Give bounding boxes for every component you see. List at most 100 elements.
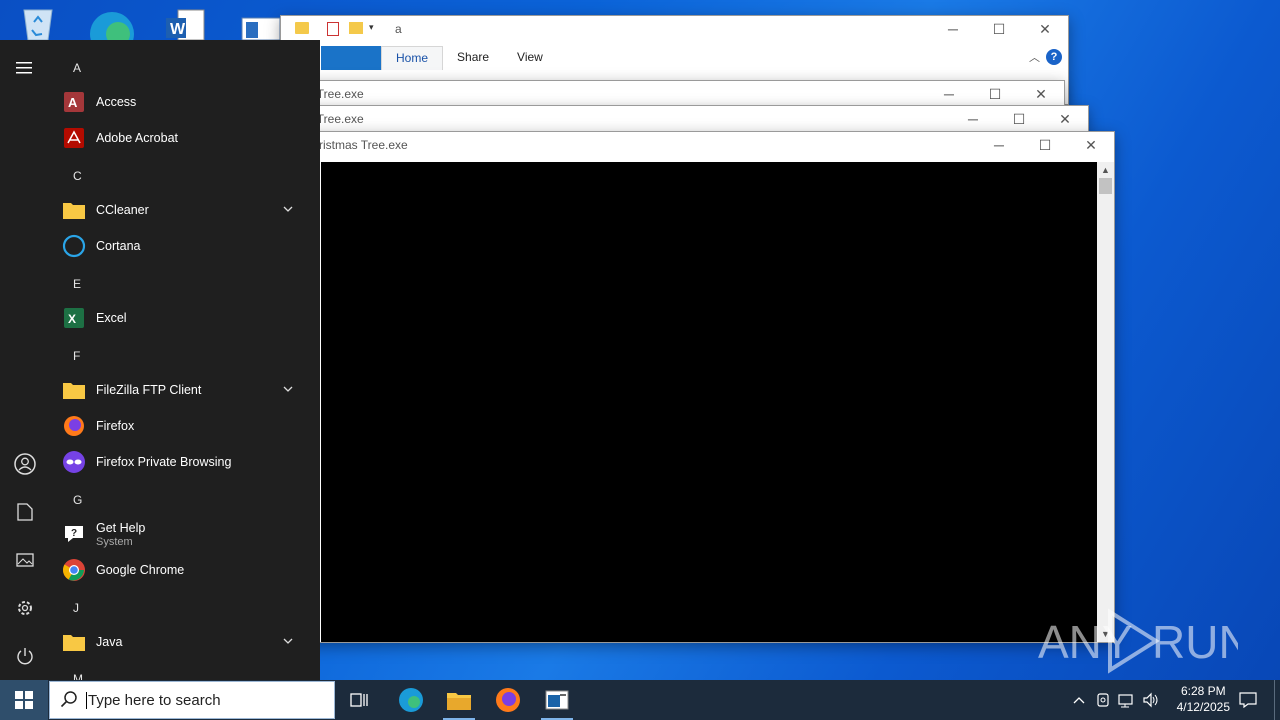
firefox-icon [62,414,86,438]
taskbar: Type here to search 6:28 PM 4/12/2025 [0,680,1280,720]
scroll-thumb[interactable] [1099,178,1112,194]
file-desktop-icon[interactable] [240,4,284,41]
excel-icon: X [62,306,86,330]
file-explorer-taskbar-icon[interactable] [435,680,483,720]
section-letter[interactable]: A [73,61,81,75]
app-item-access[interactable]: A Access [62,84,312,120]
acrobat-icon [62,126,86,150]
chrome-icon [62,558,86,582]
windows-logo-icon [15,691,33,709]
close-button[interactable]: ✕ [1022,16,1068,42]
chevron-down-icon[interactable] [282,383,294,398]
power-icon[interactable] [13,644,37,668]
documents-icon[interactable] [13,500,37,524]
watermark-left-text: ANY [1038,616,1133,668]
network-icon[interactable] [1116,680,1138,720]
cortana-icon [62,234,86,258]
section-letter[interactable]: J [73,601,79,615]
volume-icon[interactable] [1140,680,1162,720]
search-icon [60,690,78,711]
quick-access-dropdown-icon[interactable]: ▾ [369,22,374,33]
task-view-icon[interactable] [336,680,384,720]
user-account-icon[interactable] [13,452,37,476]
minimize-button[interactable]: ─ [930,16,976,42]
app-item-excel[interactable]: X Excel [62,300,312,336]
properties-icon[interactable] [327,22,339,36]
console-taskbar-icon[interactable] [533,680,581,720]
notification-icon[interactable] [1234,680,1262,720]
app-item-firefox-private[interactable]: Firefox Private Browsing [62,444,312,480]
section-letter[interactable]: C [73,169,82,183]
app-item-google-chrome[interactable]: Google Chrome [62,552,312,588]
tab-home[interactable]: Home [381,46,444,70]
word-document-icon[interactable]: W [164,4,208,41]
window-title: a [395,22,402,36]
help-icon[interactable]: ? [1046,49,1062,65]
tab-view[interactable]: View [503,46,557,70]
tab-share[interactable]: Share [443,46,503,70]
window-title: ristmas Tree.exe [319,138,408,152]
minimize-button[interactable]: ─ [926,81,972,107]
taskbar-search-box[interactable]: Type here to search [49,681,335,719]
firefox-taskbar-icon[interactable] [484,680,532,720]
device-icon[interactable] [1092,680,1114,720]
start-rail [0,40,50,680]
file-tab[interactable] [321,46,381,70]
maximize-button[interactable]: ☐ [976,16,1022,42]
clock-date: 4/12/2025 [1176,700,1230,714]
hamburger-menu-icon[interactable] [13,56,37,80]
ribbon-collapse-icon[interactable]: ︿ [1029,49,1040,65]
search-input[interactable]: Type here to search [86,691,221,709]
watermark-right-text: RUN [1152,616,1238,668]
start-button[interactable] [0,680,48,720]
pictures-icon[interactable] [13,548,37,572]
edge-desktop-icon[interactable] [88,4,134,56]
recycle-bin-icon[interactable] [16,4,60,41]
chevron-down-icon[interactable] [282,635,294,650]
svg-text:A: A [68,95,78,110]
app-item-firefox[interactable]: Firefox [62,408,312,444]
clock[interactable]: 6:28 PM 4/12/2025 [1177,683,1230,715]
app-item-java[interactable]: Java [62,624,312,660]
explorer-titlebar[interactable]: ▾ a ─ ☐ ✕ [281,16,1068,42]
new-folder-icon[interactable] [349,22,363,34]
app-item-cortana[interactable]: Cortana [62,228,312,264]
start-menu: A A Access Adobe Acrobat C CCleaner Cort… [0,40,320,680]
section-letter[interactable]: F [73,349,80,363]
clock-time: 6:28 PM [1180,684,1226,698]
section-letter[interactable]: G [73,493,82,507]
get-help-icon: ? [62,522,86,546]
app-item-get-help[interactable]: ? Get Help System [62,516,312,552]
maximize-button[interactable]: ☐ [1022,132,1068,158]
console-window[interactable]: ristmas Tree.exe ─ ☐ ✕ ▲ ▼ [300,131,1115,643]
settings-gear-icon[interactable] [13,596,37,620]
close-button[interactable]: ✕ [1042,106,1088,132]
app-item-adobe-acrobat[interactable]: Adobe Acrobat [62,120,312,156]
console-scrollbar[interactable]: ▲ ▼ [1097,162,1114,642]
close-button[interactable]: ✕ [1068,132,1114,158]
maximize-button[interactable]: ☐ [972,81,1018,107]
scroll-up-icon[interactable]: ▲ [1101,165,1110,175]
maximize-button[interactable]: ☐ [996,106,1042,132]
console-output[interactable] [321,162,1099,642]
svg-text:?: ? [71,528,77,539]
minimize-button[interactable]: ─ [976,132,1022,158]
folder-icon [62,198,86,222]
chevron-down-icon[interactable] [282,203,294,218]
edge-taskbar-icon[interactable] [387,680,435,720]
folder-icon [295,22,309,34]
section-letter[interactable]: M [73,672,83,680]
svg-text:X: X [68,312,76,326]
ribbon-tabs: Home Share View [321,46,557,70]
show-hidden-icons-chevron-icon[interactable] [1068,680,1090,720]
show-desktop-button[interactable] [1274,680,1280,720]
close-button[interactable]: ✕ [1018,81,1064,107]
anyrun-watermark: ANY RUN [1038,606,1252,676]
app-list: A A Access Adobe Acrobat C CCleaner Cort… [56,40,320,680]
app-item-filezilla[interactable]: FileZilla FTP Client [62,372,312,408]
minimize-button[interactable]: ─ [950,106,996,132]
section-letter[interactable]: E [73,277,81,291]
folder-icon [62,378,86,402]
app-item-ccleaner[interactable]: CCleaner [62,192,312,228]
access-icon: A [62,90,86,114]
